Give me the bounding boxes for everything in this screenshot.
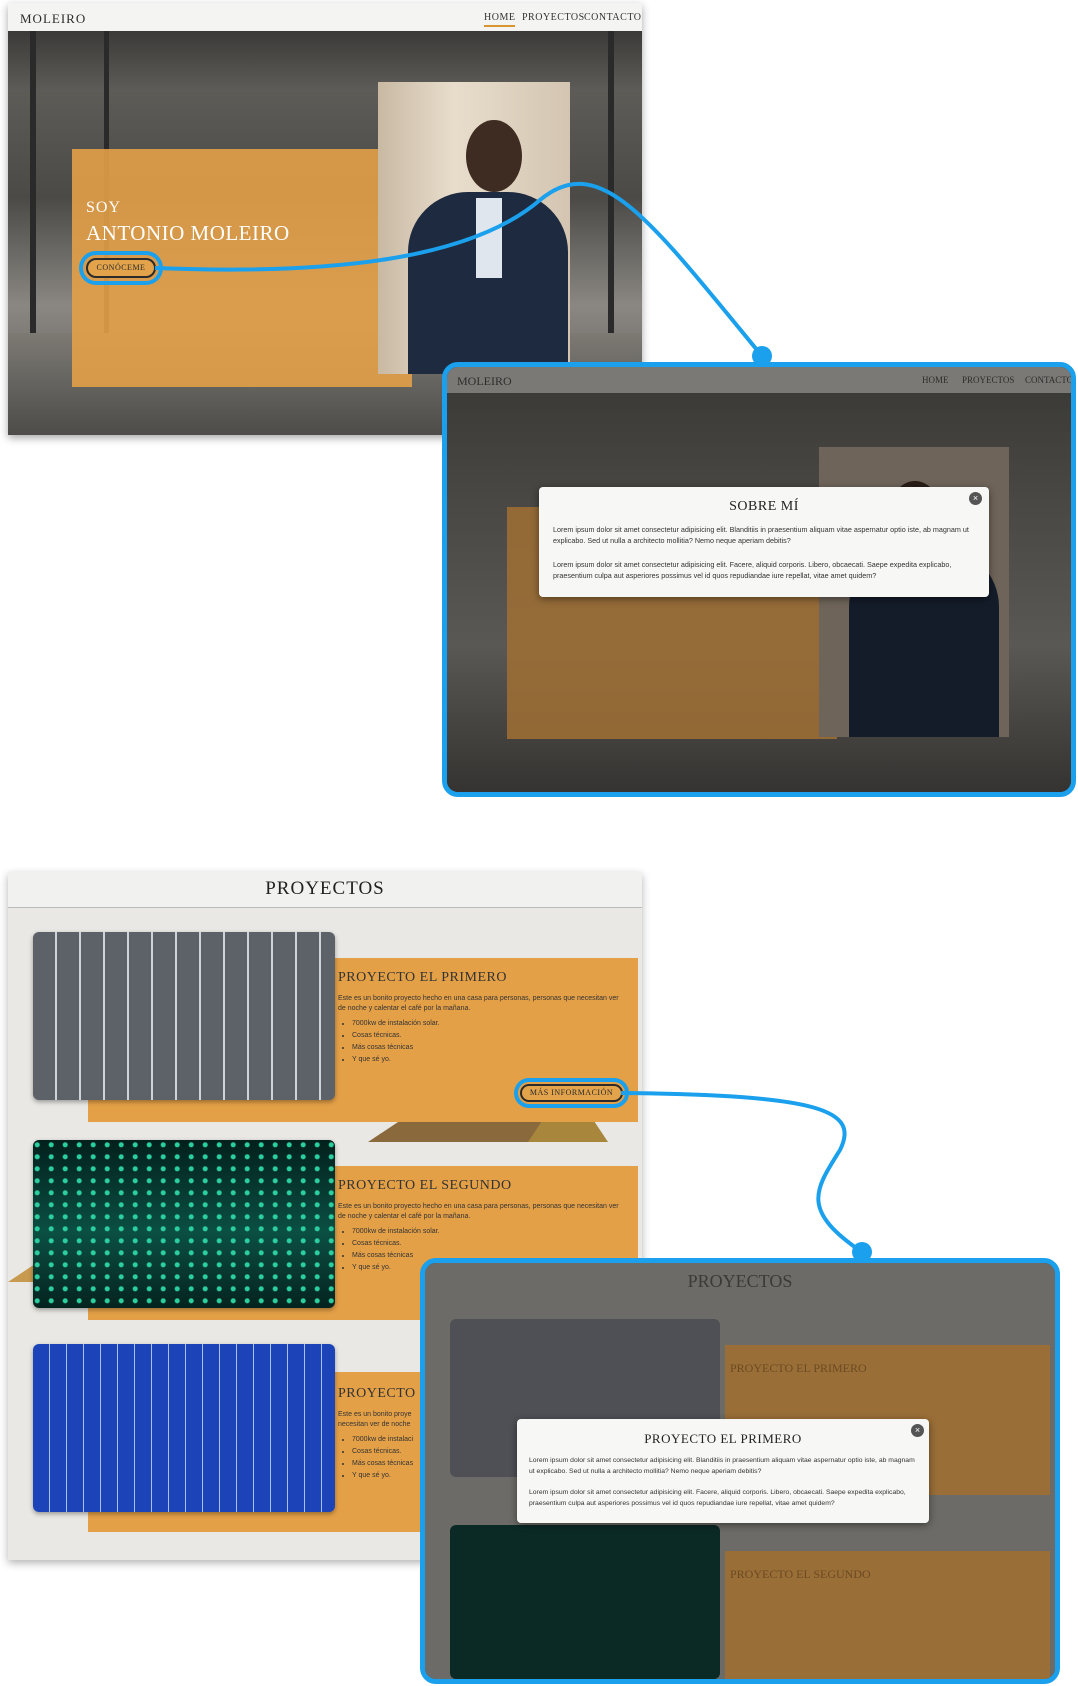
modal-title: PROYECTO EL PRIMERO [644, 1431, 802, 1446]
dim-card-title-1: PROYECTO EL PRIMERO [730, 1361, 867, 1375]
dim-projects-heading: PROYECTOS [687, 1271, 793, 1291]
dim-card-image-2 [450, 1525, 720, 1679]
modal-paragraph-2: Lorem ipsum dolor sit amet consectetur a… [529, 1489, 906, 1507]
modal-paragraph-1: Lorem ipsum dolor sit amet consectetur a… [529, 1457, 915, 1475]
dim-card-title-2: PROYECTO EL SEGUNDO [730, 1567, 871, 1581]
project-modal: × PROYECTO EL PRIMERO Lorem ipsum dolor … [517, 1419, 929, 1523]
project-modal-zoom: PROYECTOS PROYECTO EL PRIMERO PROYECTO E… [420, 1258, 1060, 1684]
